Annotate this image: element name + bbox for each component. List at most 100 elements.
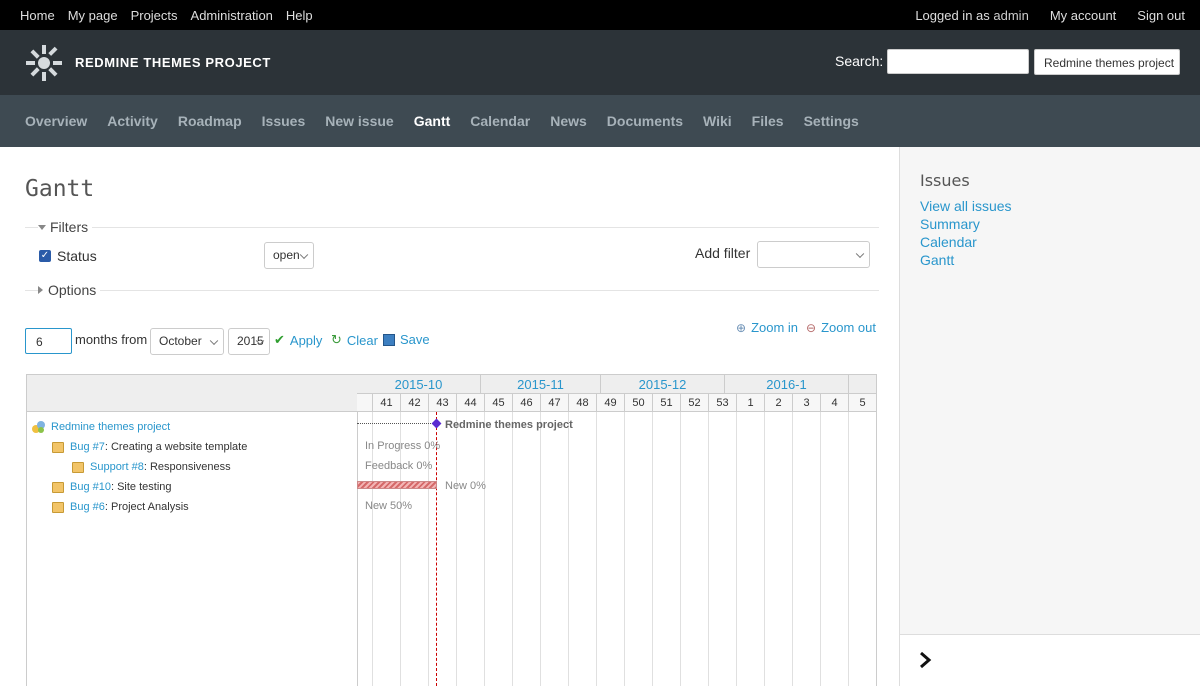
project-bar-label: Redmine themes project [445,419,573,431]
tab-activity[interactable]: Activity [107,113,158,129]
sidebar-link-calendar[interactable]: Calendar [920,233,1012,251]
tab-files[interactable]: Files [752,113,784,129]
grid-line [596,412,597,686]
grid-line [736,412,737,686]
filters-legend[interactable]: Filters [38,219,93,235]
top-menu-projects[interactable]: Projects [131,8,178,23]
tab-roadmap[interactable]: Roadmap [178,113,242,129]
issue-link[interactable]: Bug #6 [70,501,105,513]
reload-icon: ↻ [331,332,342,347]
sidebar-link-view-all-issues[interactable]: View all issues [920,197,1012,215]
tab-calendar[interactable]: Calendar [470,113,530,129]
months-from-label: months from [75,332,148,347]
tab-settings[interactable]: Settings [804,113,859,129]
main-menu: Overview Activity Roadmap Issues New iss… [0,95,1200,147]
sidebar-links: View all issues Summary Calendar Gantt [920,197,1012,269]
sidebar-link-gantt[interactable]: Gantt [920,251,1012,269]
logged-in-prefix: Logged in as [915,8,990,23]
issue-bar-label: New 0% [445,480,486,492]
tab-documents[interactable]: Documents [607,113,683,129]
project-jump-select[interactable]: Redmine themes project [1034,49,1180,75]
sidebar-link-summary[interactable]: Summary [920,215,1012,233]
main-menu-tabs: Overview Activity Roadmap Issues New iss… [25,113,879,129]
top-menu-home[interactable]: Home [20,8,55,23]
grid-line [764,412,765,686]
options-legend[interactable]: Options [38,282,101,298]
chevron-right-icon[interactable] [918,651,932,669]
gantt-week: 48 [569,394,597,412]
issue-bar-label: Feedback 0% [365,460,433,472]
header: REDMINE THEMES PROJECT Search: Redmine t… [0,30,1200,95]
ticket-icon [52,501,64,513]
tab-issues[interactable]: Issues [262,113,306,129]
top-menu-help[interactable]: Help [286,8,313,23]
issue-link[interactable]: Support #8 [90,461,144,473]
tab-overview[interactable]: Overview [25,113,87,129]
ticket-icon [52,441,64,453]
tab-gantt[interactable]: Gantt [414,113,451,129]
grid-line [652,412,653,686]
top-menu-my-page[interactable]: My page [68,8,118,23]
gantt-week: 2 [765,394,793,412]
zoom-in-icon: ⊕ [736,320,747,335]
gantt-month[interactable]: 2015-10 [357,375,481,394]
top-menu-administration[interactable]: Administration [191,8,273,23]
today-line [436,412,437,686]
grid-line [568,412,569,686]
project-title[interactable]: REDMINE THEMES PROJECT [75,55,271,70]
issue-link[interactable]: Bug #7 [70,441,105,453]
add-filter-label: Add filter [695,245,751,261]
project-link[interactable]: Redmine themes project [51,421,170,433]
tab-new-issue[interactable]: New issue [325,113,393,129]
tab-wiki[interactable]: Wiki [703,113,732,129]
year-select[interactable]: 2015 [228,328,270,355]
add-filter-select[interactable] [757,241,870,268]
project-bar[interactable] [357,423,437,424]
apply-label: Apply [289,332,323,348]
options-legend-label: Options [48,282,97,298]
gantt-week: 53 [709,394,737,412]
gantt-week: 42 [401,394,429,412]
options-divider [25,290,879,291]
months-input[interactable]: 6 [25,328,72,354]
my-account-link[interactable]: My account [1050,8,1116,23]
issue-subject: : Creating a website template [104,441,248,453]
search-label: Search: [835,53,884,69]
issue-subject: : Site testing [110,481,172,493]
clear-button[interactable]: ↻ Clear [331,332,378,348]
month-select[interactable]: October [150,328,224,355]
gantt-month[interactable]: 2016-1 [725,375,849,394]
filters-legend-label: Filters [50,219,89,235]
zoom-out-button[interactable]: ⊖ Zoom out [806,320,876,335]
grid-line [400,412,401,686]
gantt-month[interactable]: 2015-12 [601,375,725,394]
sign-out-link[interactable]: Sign out [1137,8,1185,23]
tab-news[interactable]: News [550,113,587,129]
grid-line [512,412,513,686]
save-button[interactable]: Save [383,332,430,347]
filters-divider [25,227,879,228]
gantt-week: 52 [681,394,709,412]
gantt-week: 41 [373,394,401,412]
issue-bar-label: In Progress 0% [365,440,441,452]
chevron-down-icon [299,250,309,259]
top-menu-left: Home My page Projects Administration Hel… [20,8,326,23]
zoom-in-label: Zoom in [751,320,799,335]
status-operator-select[interactable]: open [264,242,314,269]
gantt-row-issue: Bug #6: Project Analysis [52,497,189,517]
current-user-link[interactable]: admin [993,8,1028,23]
gantt-week: 51 [653,394,681,412]
page-title: Gantt [25,176,95,202]
redmine-logo-icon[interactable] [25,44,63,82]
gantt-row-issue: Bug #7: Creating a website template [52,437,247,457]
gantt-month[interactable]: 2015-11 [481,375,601,394]
gantt-week: 44 [457,394,485,412]
zoom-in-button[interactable]: ⊕ Zoom in [736,320,798,335]
status-checkbox[interactable]: ✓ [39,250,51,262]
issue-link[interactable]: Bug #10 [70,481,111,493]
search-input[interactable] [887,49,1029,74]
gantt-month [849,375,876,394]
zoom-out-label: Zoom out [821,320,876,335]
issue-bar-late[interactable] [357,481,437,489]
apply-button[interactable]: ✔ Apply [274,332,322,348]
